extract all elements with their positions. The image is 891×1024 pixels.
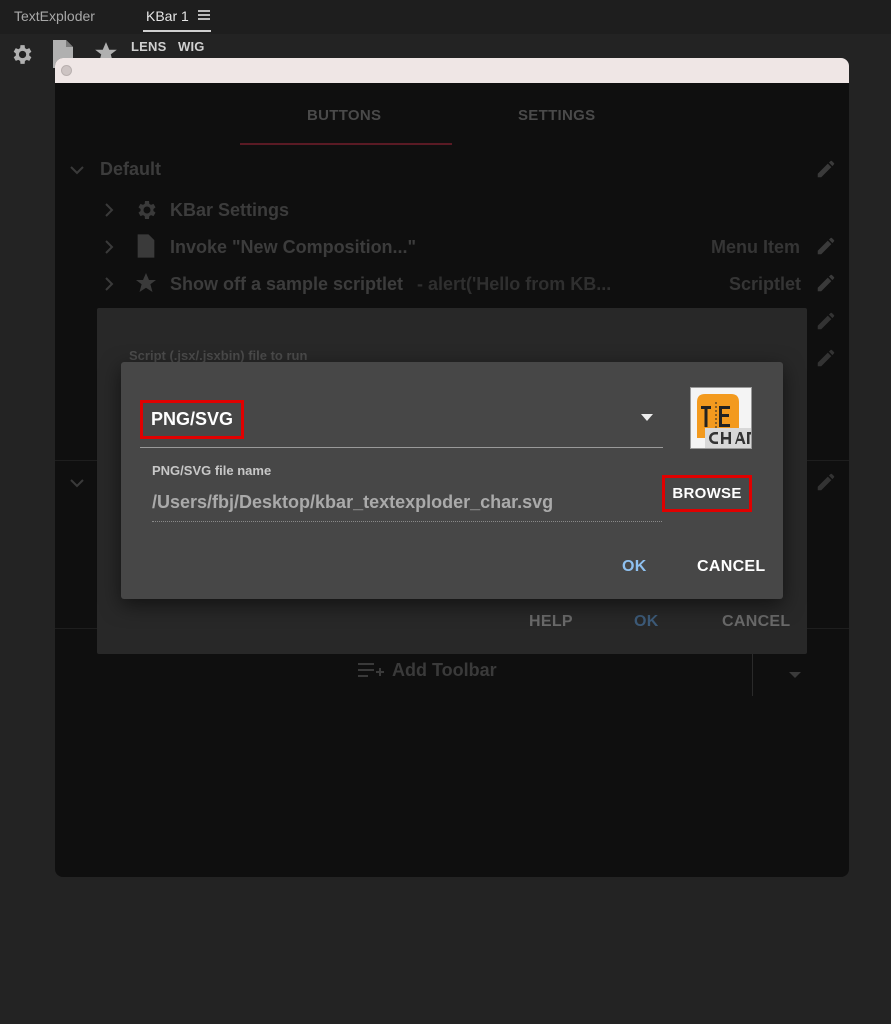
lens-button[interactable]: LENS (131, 39, 166, 54)
chevron-down-icon[interactable] (69, 162, 85, 183)
pencil-icon[interactable] (815, 471, 837, 498)
list-item-title: Show off a sample scriptlet (170, 274, 404, 294)
icon-preview (690, 387, 752, 449)
section-title: Default (100, 159, 162, 179)
icon-source-value: PNG/SVG (140, 400, 245, 439)
pencil-icon[interactable] (815, 347, 837, 374)
icon-source-select[interactable]: PNG/SVG (140, 396, 663, 448)
chevron-right-icon[interactable] (102, 276, 116, 297)
browse-button[interactable]: BROWSE (662, 475, 752, 512)
pencil-icon[interactable] (815, 272, 837, 299)
chevron-right-icon[interactable] (102, 202, 116, 223)
file-name-underline (152, 521, 662, 522)
cancel-button[interactable]: CANCEL (697, 558, 765, 576)
menu-icon[interactable] (198, 10, 210, 20)
script-file-label: Script (.jsx/.jsxbin) file to run (129, 348, 308, 363)
chevron-down-icon[interactable] (69, 475, 85, 496)
textexploder-char-icon (691, 388, 751, 448)
icon-dialog: PNG/SVG PNG/SVG file name /Users/fbj/Des… (121, 362, 783, 599)
select-underline (140, 447, 663, 448)
document-icon (136, 234, 156, 263)
list-item-type: Menu Item (711, 237, 801, 257)
tab-settings[interactable]: SETTINGS (518, 107, 595, 124)
ok-button[interactable]: OK (634, 613, 659, 631)
tab-textexploder[interactable]: TextExploder (14, 8, 95, 24)
file-name-label: PNG/SVG file name (152, 463, 272, 478)
dropdown-arrow-icon[interactable] (641, 414, 653, 421)
window-titlebar (55, 58, 849, 83)
divider (752, 648, 753, 696)
wig-button[interactable]: WIG (178, 39, 205, 54)
caret-down-icon[interactable] (788, 666, 802, 684)
pencil-icon[interactable] (815, 235, 837, 262)
app-tab-bar: TextExploder KBar 1 (0, 0, 891, 34)
active-tab-indicator (143, 30, 211, 32)
cancel-button[interactable]: CANCEL (722, 613, 790, 631)
tab-buttons[interactable]: BUTTONS (307, 107, 381, 124)
pencil-icon[interactable] (815, 158, 837, 185)
list-item-detail: - alert('Hello from KB... (417, 274, 612, 294)
list-item-title: KBar Settings (170, 200, 290, 220)
active-tab-indicator (240, 143, 452, 145)
add-toolbar-button[interactable]: Add Toolbar (392, 660, 497, 681)
file-name-input[interactable]: /Users/fbj/Desktop/kbar_textexploder_cha… (152, 492, 553, 513)
chevron-right-icon[interactable] (102, 239, 116, 260)
window-close-button[interactable] (61, 65, 72, 76)
add-list-icon (358, 661, 384, 686)
tab-kbar-1[interactable]: KBar 1 (146, 8, 189, 24)
list-item-title: Invoke "New Composition..." (170, 237, 417, 257)
pencil-icon[interactable] (815, 310, 837, 337)
gear-icon[interactable] (9, 42, 34, 72)
gear-icon (134, 198, 158, 227)
star-icon (133, 271, 159, 300)
ok-button[interactable]: OK (622, 558, 647, 576)
help-button[interactable]: HELP (529, 613, 573, 631)
list-item-type: Scriptlet (729, 274, 802, 294)
